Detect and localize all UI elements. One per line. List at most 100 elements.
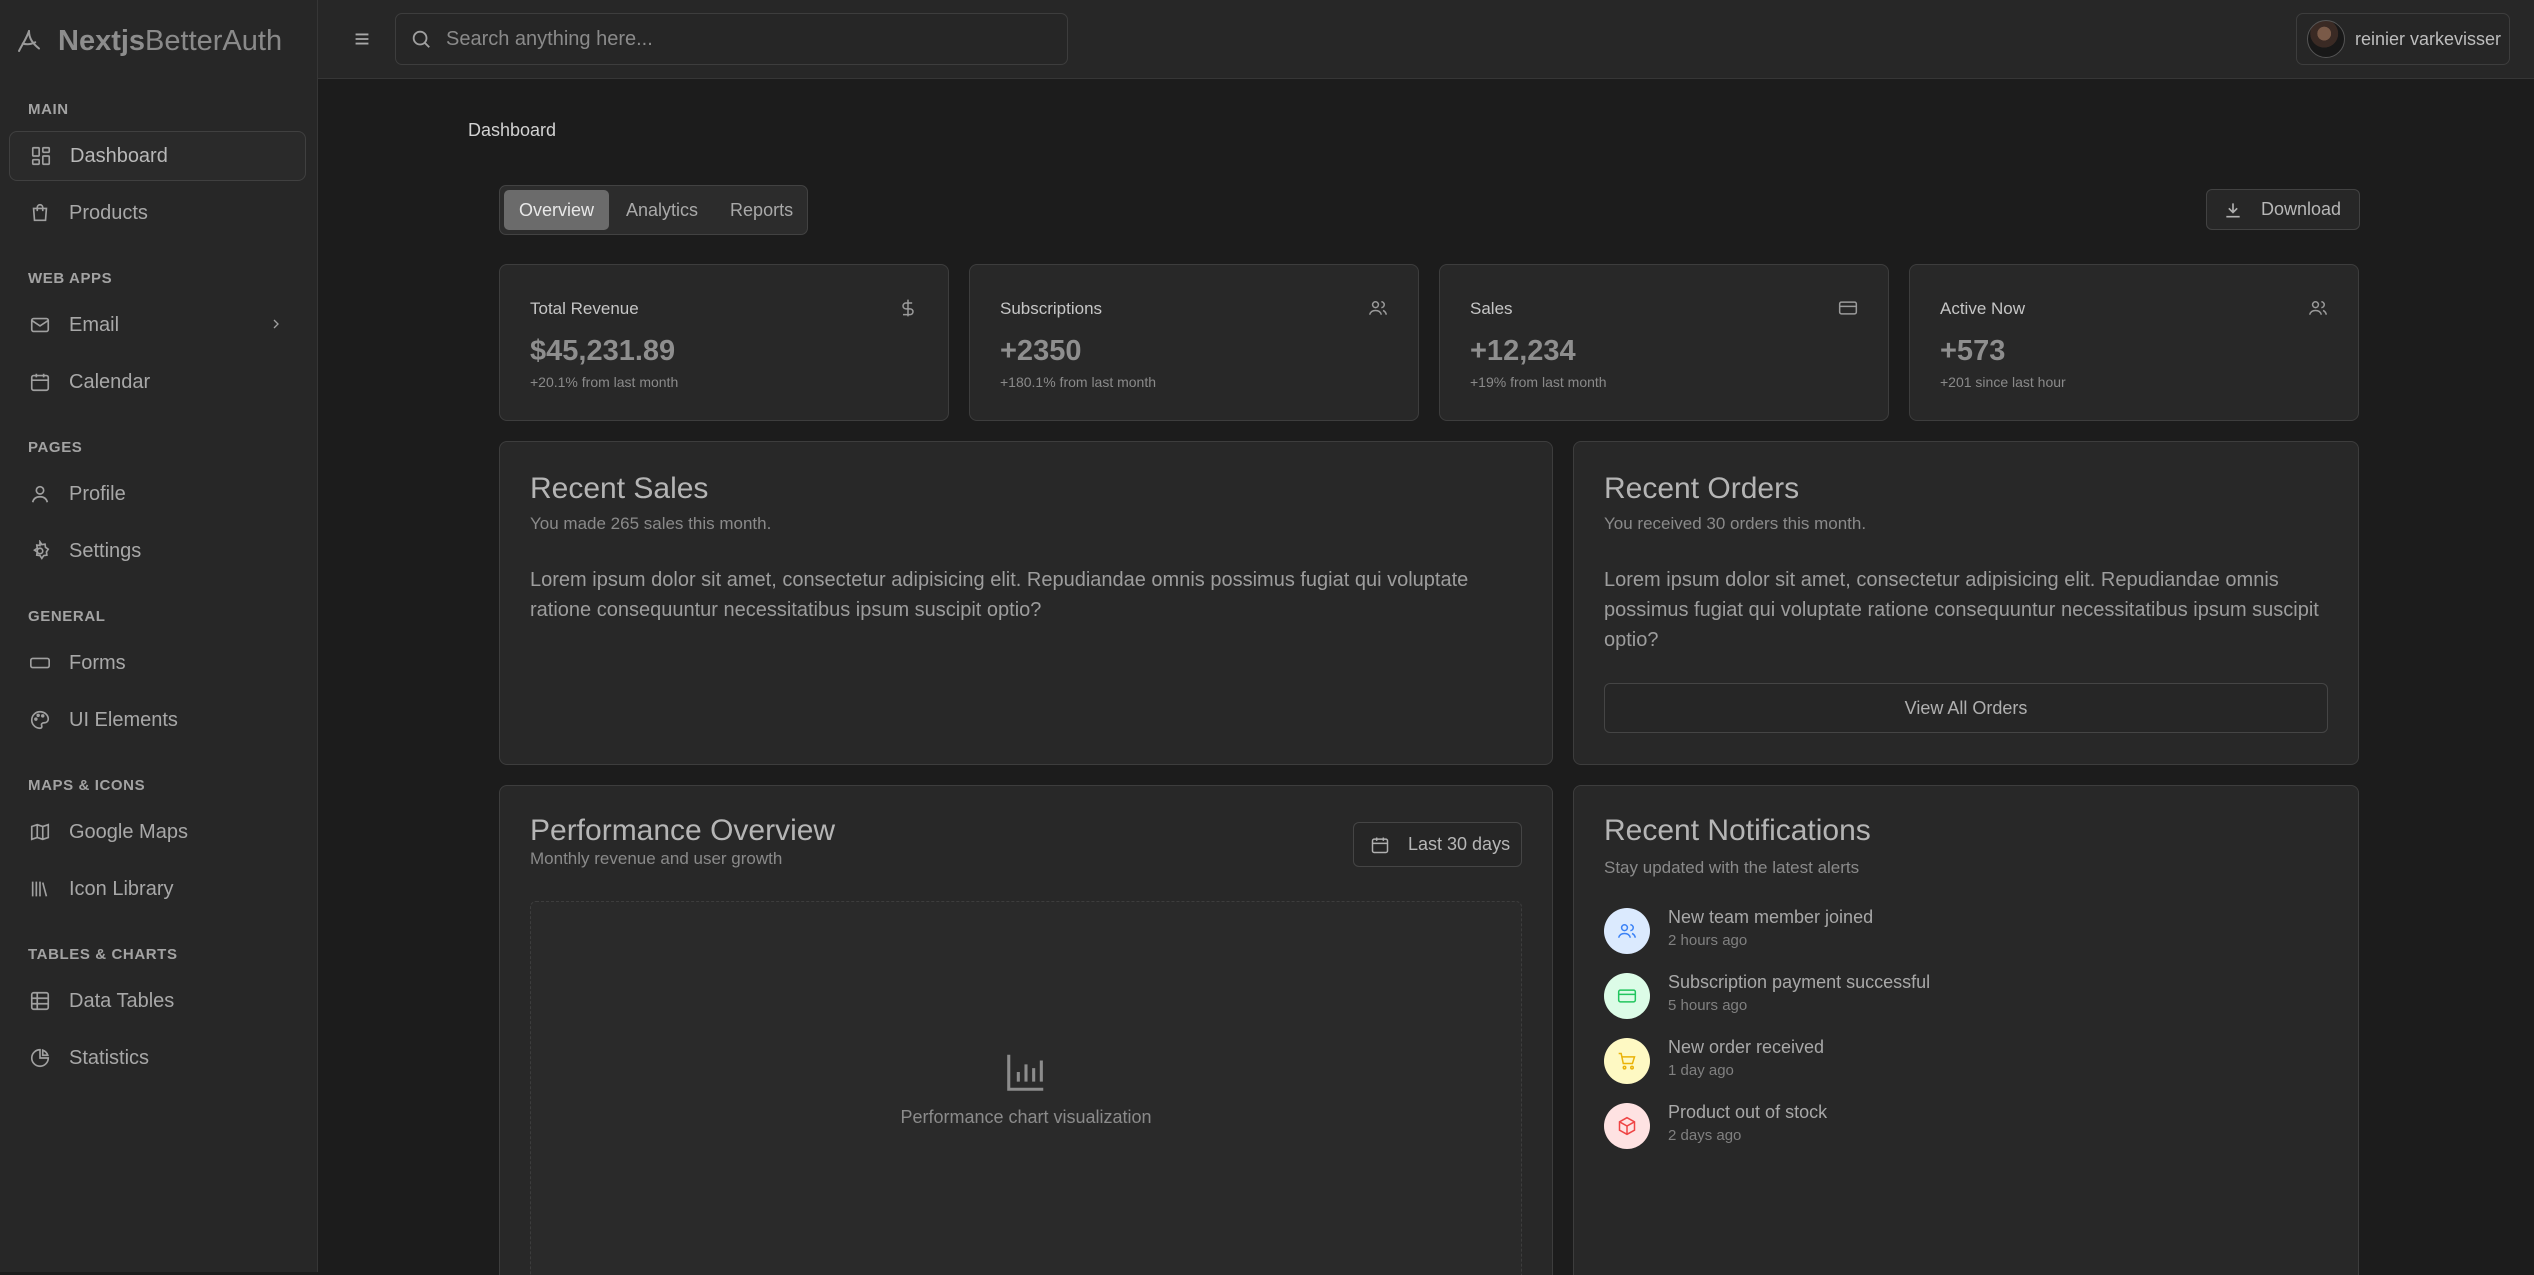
sidebar-item-label: Icon Library <box>69 877 174 900</box>
search-icon <box>412 30 430 48</box>
section-title-web-apps: WEB APPS <box>28 270 113 287</box>
section-title-maps-icons: MAPS & ICONS <box>28 777 146 794</box>
date-range-button[interactable]: Last 30 days <box>1353 822 1522 867</box>
sidebar-item-label: Settings <box>69 539 142 562</box>
hamburger-icon <box>355 33 369 45</box>
brand-logo[interactable]: NextjsBetterAuth <box>14 18 282 64</box>
shopping-bag-icon <box>32 203 48 222</box>
card-title: Performance Overview <box>530 814 836 847</box>
stat-change: +20.1% from last month <box>530 374 679 390</box>
gear-icon <box>33 540 50 560</box>
menu-toggle-button[interactable] <box>351 28 375 52</box>
recent-sales-card: Recent Sales You made 265 sales this mon… <box>499 441 1553 765</box>
map-icon <box>30 823 50 841</box>
notification-item[interactable]: Product out of stock 2 days ago <box>1604 1101 2304 1151</box>
user-menu-button[interactable]: reinier varkevisser <box>2296 13 2510 65</box>
form-input-icon <box>30 657 50 669</box>
calendar-icon <box>1371 837 1389 853</box>
palette-icon <box>31 710 50 730</box>
stat-card-sales: Sales +12,234 +19% from last month <box>1439 264 1889 421</box>
stat-value: +2350 <box>1000 335 1082 367</box>
app-root: NextjsBetterAuth MAIN Dashboard Products… <box>0 0 2534 1275</box>
sidebar-item-label: Data Tables <box>69 989 175 1012</box>
stat-change: +19% from last month <box>1470 374 1607 390</box>
search-input[interactable] <box>446 27 1046 51</box>
dollar-icon <box>902 299 914 317</box>
card-body-text: Lorem ipsum dolor sit amet, consectetur … <box>1604 569 2319 651</box>
sidebar-item-forms[interactable]: Forms <box>9 638 306 688</box>
stat-card-active-now: Active Now +573 +201 since last hour <box>1909 264 2359 421</box>
view-all-orders-button[interactable]: View All Orders <box>1604 683 2328 733</box>
sidebar-item-label: Forms <box>69 651 126 674</box>
chart-placeholder-text: Performance chart visualization <box>900 1107 1152 1127</box>
sidebar-item-products[interactable]: Products <box>9 188 306 238</box>
sidebar-item-email[interactable]: Email <box>9 300 306 350</box>
credit-card-icon <box>1838 301 1858 315</box>
stat-value: $45,231.89 <box>530 335 676 367</box>
tab-overview[interactable]: Overview <box>504 190 610 230</box>
notification-icon-badge <box>1604 1103 1650 1149</box>
sidebar: NextjsBetterAuth MAIN Dashboard Products… <box>0 0 318 1272</box>
notification-item[interactable]: New order received 1 day ago <box>1604 1036 2304 1086</box>
sidebar-item-ui-elements[interactable]: UI Elements <box>9 695 306 745</box>
users-icon <box>2308 301 2328 315</box>
download-icon <box>2226 202 2240 217</box>
chart-placeholder: Performance chart visualization <box>530 901 1522 1275</box>
card-description: You made 265 sales this month. <box>530 514 772 533</box>
notification-time: 1 day ago <box>1668 1062 1734 1079</box>
date-range-label: Last 30 days <box>1408 834 1511 854</box>
notification-time: 5 hours ago <box>1668 997 1748 1014</box>
sidebar-item-statistics[interactable]: Statistics <box>9 1033 306 1083</box>
bar-chart-icon <box>1007 1054 1044 1091</box>
stat-change: +180.1% from last month <box>1000 374 1157 390</box>
calendar-icon <box>30 373 50 392</box>
section-title-pages: PAGES <box>28 439 83 456</box>
sidebar-item-profile[interactable]: Profile <box>9 469 306 519</box>
download-button[interactable]: Download <box>2206 189 2360 230</box>
notification-item[interactable]: New team member joined 2 hours ago <box>1604 906 2304 956</box>
notification-title: Subscription payment successful <box>1668 972 1931 992</box>
download-label: Download <box>2261 199 2342 219</box>
notification-icon-badge <box>1604 1038 1650 1084</box>
card-body-text: Lorem ipsum dolor sit amet, consectetur … <box>530 569 1469 621</box>
cart-icon <box>1618 1052 1636 1070</box>
stat-change: +201 since last hour <box>1940 374 2066 390</box>
credit-card-icon <box>1617 989 1637 1003</box>
sidebar-item-data-tables[interactable]: Data Tables <box>9 976 306 1026</box>
sidebar-item-label: Google Maps <box>69 820 188 843</box>
card-title: Recent Orders <box>1604 472 1800 505</box>
tab-analytics[interactable]: Analytics <box>611 190 713 230</box>
section-title-general: GENERAL <box>28 608 106 625</box>
search-box[interactable] <box>395 13 1068 65</box>
sidebar-item-label: Email <box>69 313 120 336</box>
sidebar-item-calendar[interactable]: Calendar <box>9 357 306 407</box>
stat-label: Subscriptions <box>1000 299 1103 318</box>
brand-name: NextjsBetterAuth <box>58 24 283 57</box>
card-title: Recent Sales <box>530 472 709 505</box>
sidebar-item-label: Profile <box>69 482 126 505</box>
stat-label: Total Revenue <box>530 299 639 318</box>
notification-title: New order received <box>1668 1037 1825 1057</box>
tab-reports[interactable]: Reports <box>715 190 808 230</box>
notification-item[interactable]: Subscription payment successful 5 hours … <box>1604 971 2304 1021</box>
sidebar-item-icon-library[interactable]: Icon Library <box>9 864 306 914</box>
card-description: Stay updated with the latest alerts <box>1604 858 1860 877</box>
sidebar-item-google-maps[interactable]: Google Maps <box>9 807 306 857</box>
sidebar-item-dashboard[interactable]: Dashboard <box>9 131 306 181</box>
user-name: reinier varkevisser <box>2355 28 2502 49</box>
sidebar-item-label: Products <box>69 201 148 224</box>
card-title: Recent Notifications <box>1604 814 1871 847</box>
avatar <box>2307 20 2345 58</box>
card-description: Monthly revenue and user growth <box>530 849 783 868</box>
stat-value: +12,234 <box>1470 335 1576 367</box>
stat-card-total-revenue: Total Revenue $45,231.89 +20.1% from las… <box>499 264 949 421</box>
recent-notifications-card: Recent Notifications Stay updated with t… <box>1573 785 2359 1275</box>
section-title-main: MAIN <box>28 101 69 118</box>
sidebar-item-settings[interactable]: Settings <box>9 526 306 576</box>
stat-card-subscriptions: Subscriptions +2350 +180.1% from last mo… <box>969 264 1419 421</box>
stat-label: Sales <box>1470 299 1513 318</box>
sidebar-item-label: UI Elements <box>69 708 178 731</box>
top-header: reinier varkevisser <box>318 0 2534 79</box>
performance-overview-card: Performance Overview Monthly revenue and… <box>499 785 1553 1275</box>
page-title: Dashboard <box>468 120 557 140</box>
